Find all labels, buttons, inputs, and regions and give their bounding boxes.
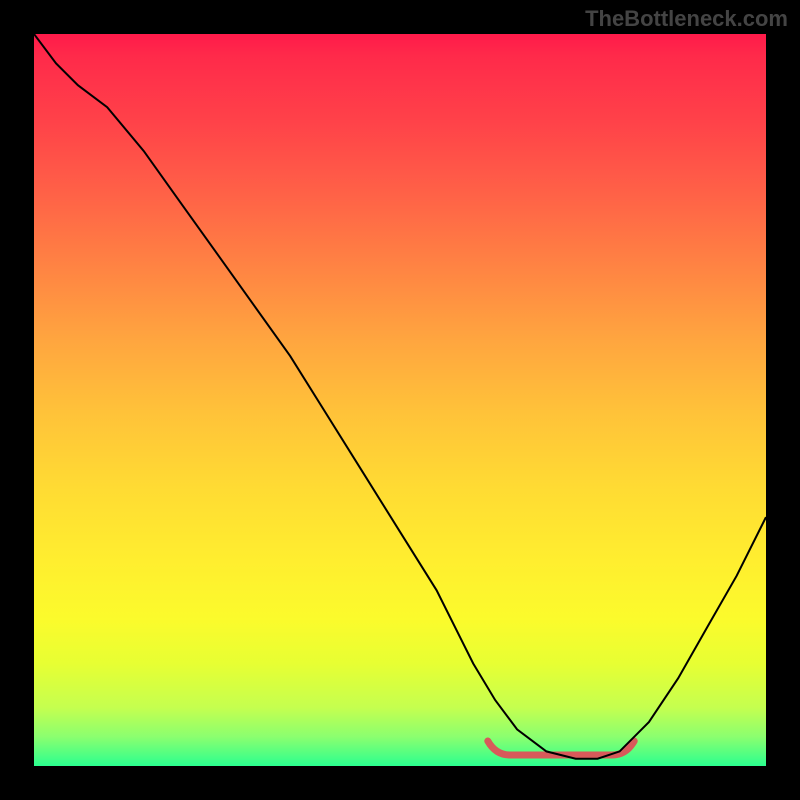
chart-svg (34, 34, 766, 766)
bottleneck-curve-line (34, 34, 766, 759)
watermark-text: TheBottleneck.com (585, 6, 788, 32)
plot-area (34, 34, 766, 766)
